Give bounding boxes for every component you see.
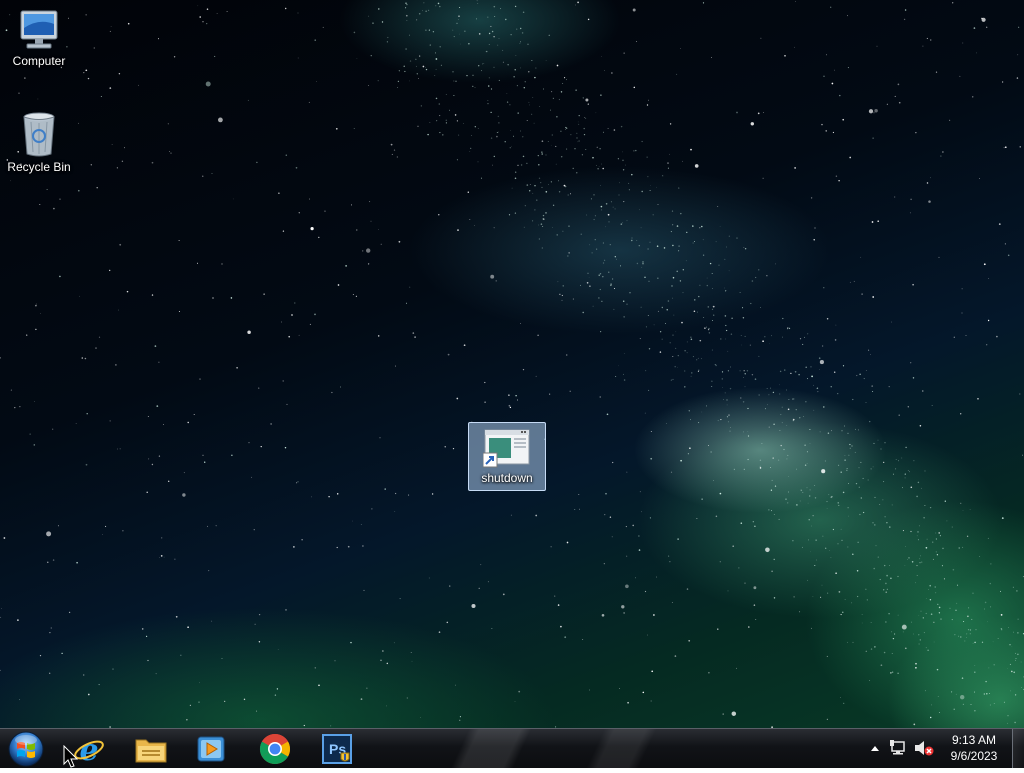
show-hidden-icons-icon[interactable]	[870, 740, 880, 756]
system-clock[interactable]: 9:13 AM 9/6/2023	[940, 732, 1008, 764]
svg-text:e: e	[79, 733, 98, 765]
desktop-icon-label: Recycle Bin	[3, 160, 75, 175]
file-explorer-icon	[134, 734, 168, 764]
media-player-icon	[196, 734, 226, 764]
network-icon[interactable]	[890, 740, 908, 756]
starfield-wallpaper	[0, 0, 1024, 728]
taskbar-media-player[interactable]	[182, 730, 240, 768]
desktop-icon-shutdown[interactable]: shutdown	[468, 422, 546, 491]
volume-muted-icon[interactable]	[914, 740, 934, 756]
photoshop-icon: Ps	[321, 733, 353, 765]
windows-orb-icon	[6, 730, 46, 768]
desktop-icon-computer[interactable]: Computer	[3, 8, 75, 69]
shortcut-window-icon	[483, 427, 531, 469]
start-button[interactable]	[6, 730, 46, 768]
chrome-icon	[259, 733, 291, 765]
taskbar-photoshop[interactable]: Ps	[308, 730, 366, 768]
clock-date: 9/6/2023	[940, 748, 1008, 764]
taskbar: e	[0, 728, 1024, 768]
desktop-icon-label: Computer	[3, 54, 75, 69]
mouse-cursor-icon	[63, 745, 79, 768]
taskbar-file-explorer[interactable]	[122, 730, 180, 768]
computer-icon	[15, 8, 63, 52]
recycle-bin-icon	[17, 110, 61, 158]
desktop-icon-label: shutdown	[469, 471, 545, 486]
clock-time: 9:13 AM	[940, 732, 1008, 748]
desktop[interactable]: Computer Recycle Bin shutdown	[0, 0, 1024, 728]
taskbar-chrome[interactable]	[246, 730, 304, 768]
desktop-icon-recycle-bin[interactable]: Recycle Bin	[3, 110, 75, 175]
show-desktop-button[interactable]	[1012, 729, 1024, 768]
